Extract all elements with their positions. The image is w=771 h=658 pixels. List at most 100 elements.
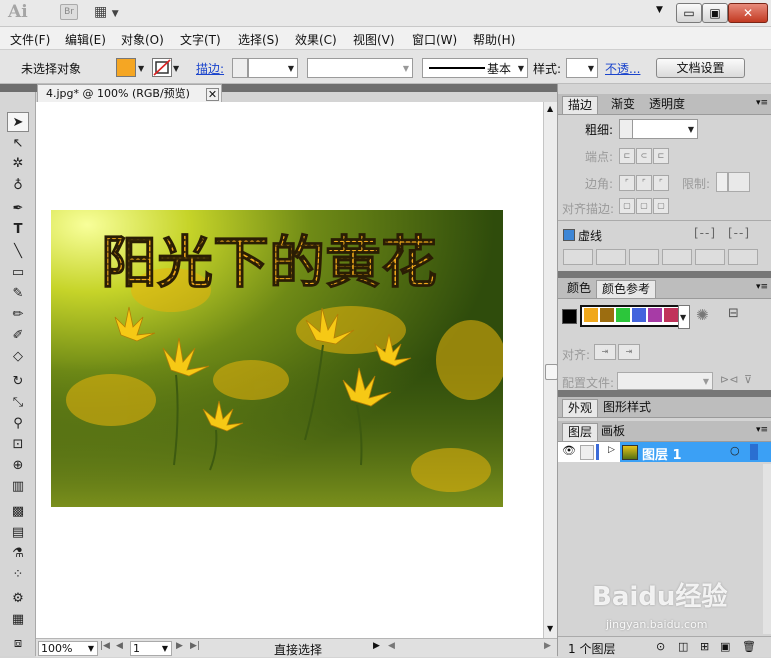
profile-dropdown[interactable]: ▼ (617, 372, 713, 390)
brush-definition-dropdown[interactable]: 基本 ▼ (422, 58, 528, 78)
shape-builder-tool[interactable]: ⊕ (7, 456, 29, 476)
menu-object[interactable]: 对象(O) (121, 31, 164, 48)
target-circle-icon[interactable]: ○ (730, 444, 740, 457)
document-setup-button[interactable]: 文档设置 (656, 58, 745, 78)
dash-align-icon[interactable]: [‐‐] (728, 226, 750, 240)
butt-cap-button[interactable]: ⊏ (619, 148, 635, 164)
symbol-sprayer-tool[interactable]: ▥ (7, 477, 29, 497)
align-center-button[interactable]: ▢ (619, 198, 635, 214)
line-tool[interactable]: ╲ (7, 242, 29, 262)
tab-graphic-styles[interactable]: 图形样式 (598, 399, 656, 416)
placed-image-yellow-flowers[interactable]: 阳光下的黄花 (51, 210, 503, 507)
layers-scrollbar[interactable] (763, 464, 771, 634)
bevel-join-button[interactable]: ⌜ (653, 175, 669, 191)
tab-color-guide[interactable]: 颜色参考 (596, 280, 657, 298)
artboard-number-dropdown[interactable]: 1 ▼ (130, 641, 172, 656)
menu-select[interactable]: 选择(S) (238, 31, 279, 48)
menu-window[interactable]: 窗口(W) (412, 31, 457, 48)
blob-brush-tool[interactable]: ✐ (7, 326, 29, 346)
round-cap-button[interactable]: ⊂ (636, 148, 652, 164)
magic-wand-tool[interactable]: ✲ (7, 154, 29, 174)
align-to-selection-button[interactable]: ⇥ (618, 344, 640, 360)
panel-menu-icon[interactable]: ▾≡ (756, 282, 768, 292)
selection-indicator[interactable] (750, 444, 758, 460)
graphic-style-dropdown[interactable]: ▼ (566, 58, 598, 78)
first-artboard-icon[interactable]: |◀ (100, 641, 110, 651)
stroke-weight-stepper[interactable] (232, 58, 248, 78)
align-inside-button[interactable]: ▢ (636, 198, 652, 214)
workspace-dropdown[interactable]: ▼ (656, 5, 663, 15)
width-tool[interactable]: ⚲ (7, 414, 29, 434)
layer-name[interactable]: 图层 1 (642, 444, 682, 463)
scroll-up-icon[interactable]: ▲ (547, 104, 553, 113)
base-color-swatch[interactable] (562, 309, 577, 324)
dash-preserve-icon[interactable]: [‐‐] (694, 226, 716, 240)
eraser-tool[interactable]: ◇ (7, 347, 29, 367)
lasso-tool[interactable]: ♁ (7, 176, 29, 196)
status-current-tool[interactable]: 直接选择 (274, 641, 322, 658)
variable-width-profile[interactable]: ▼ (307, 58, 413, 78)
round-join-button[interactable]: ⌜ (636, 175, 652, 191)
restore-button[interactable]: ▣ (702, 3, 728, 23)
locate-object-icon[interactable]: ⊙ (656, 640, 665, 653)
harmony-swatch[interactable] (648, 308, 662, 322)
status-menu-icon[interactable]: ▶ (373, 641, 380, 651)
harmony-colors-bar[interactable] (580, 305, 682, 327)
stroke-link[interactable]: 描边: (196, 60, 224, 77)
dash-field-3[interactable] (695, 249, 725, 265)
visibility-eye-icon[interactable]: 👁 (562, 444, 576, 457)
gap-field-3[interactable] (728, 249, 758, 265)
panel-menu-icon[interactable]: ▾≡ (756, 425, 768, 435)
dash-field-2[interactable] (629, 249, 659, 265)
menu-edit[interactable]: 编辑(E) (65, 31, 106, 48)
flip-horizontal-icon[interactable]: ⊳⊲ (720, 373, 738, 386)
direct-selection-tool[interactable]: ↖ (7, 134, 29, 154)
gap-field-2[interactable] (662, 249, 692, 265)
new-sublayer-icon[interactable]: ⊞ (700, 640, 709, 653)
stroke-weight-dropdown[interactable]: ▼ (248, 58, 298, 78)
artboard-tool[interactable]: ⧈ (7, 634, 29, 654)
harmony-swatch[interactable] (664, 308, 678, 322)
document-tab[interactable]: 4.jpg* @ 100% (RGB/预览) ✕ (37, 84, 222, 102)
vertical-scrollbar[interactable]: ▲ ▼ (543, 102, 558, 638)
align-to-artboard-button[interactable]: ⇥ (594, 344, 616, 360)
tab-appearance[interactable]: 外观 (562, 399, 599, 417)
last-artboard-icon[interactable]: ▶| (190, 641, 200, 651)
scroll-right-icon[interactable]: ▶ (544, 641, 551, 651)
previous-artboard-icon[interactable]: ◀ (116, 641, 123, 651)
stroke-color-swatch[interactable] (152, 58, 172, 77)
mesh-tool[interactable]: ▩ (7, 502, 29, 522)
weight-dropdown[interactable]: ▼ (632, 119, 698, 139)
pencil-tool[interactable]: ✏ (7, 305, 29, 325)
free-transform-tool[interactable]: ⊡ (7, 435, 29, 455)
fill-color-swatch[interactable] (116, 58, 136, 77)
new-layer-icon[interactable]: ▣ (720, 640, 730, 653)
menu-file[interactable]: 文件(F) (10, 31, 50, 48)
paintbrush-tool[interactable]: ✎ (7, 284, 29, 304)
lock-toggle[interactable] (580, 445, 594, 460)
scale-tool[interactable]: ⤡ (7, 393, 29, 413)
tab-gradient[interactable]: 渐变 (606, 96, 640, 113)
make-clipping-mask-icon[interactable]: ◫ (678, 640, 688, 653)
tab-color[interactable]: 颜色 (562, 280, 596, 297)
tab-layers[interactable]: 图层 (562, 423, 599, 441)
scroll-down-icon[interactable]: ▼ (547, 624, 553, 633)
harmony-swatch[interactable] (616, 308, 630, 322)
edit-colors-icon[interactable]: ✺ (696, 306, 709, 324)
opacity-link[interactable]: 不透... (605, 60, 640, 77)
blend-tool[interactable]: ⁘ (7, 565, 29, 585)
limit-stepper[interactable] (716, 172, 728, 192)
scroll-left-icon[interactable]: ◀ (388, 641, 395, 651)
tab-transparency[interactable]: 透明度 (644, 96, 690, 113)
selection-tool[interactable]: ➤ (7, 112, 29, 132)
dash-field-1[interactable] (563, 249, 593, 265)
close-button[interactable]: ✕ (728, 3, 768, 23)
menu-help[interactable]: 帮助(H) (473, 31, 515, 48)
close-tab-icon[interactable]: ✕ (206, 88, 219, 101)
zoom-dropdown[interactable]: 100% ▼ (38, 641, 98, 656)
minimize-button[interactable]: ▭ (676, 3, 702, 23)
symbol-tool[interactable]: ⚙ (7, 589, 29, 609)
harmony-dropdown[interactable]: ▼ (678, 305, 690, 329)
tab-artboards[interactable]: 画板 (596, 423, 630, 440)
weight-stepper[interactable] (619, 119, 633, 139)
